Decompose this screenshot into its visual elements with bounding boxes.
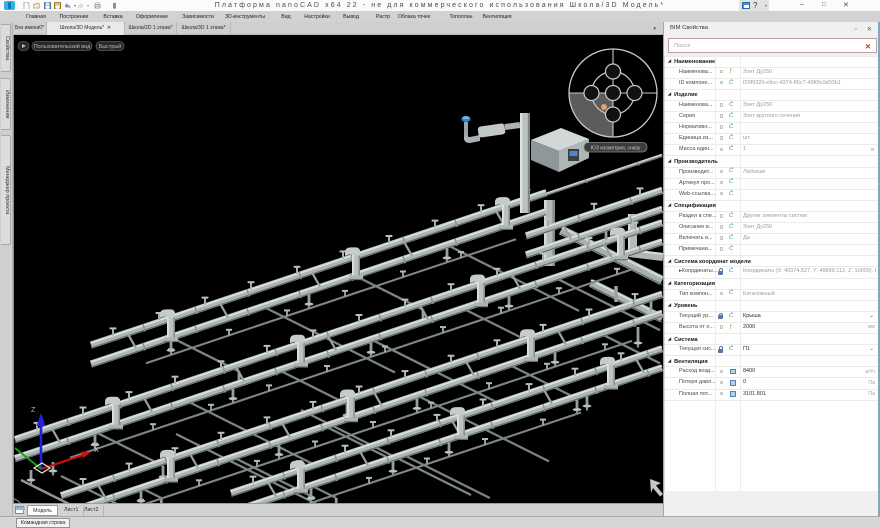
svg-text:Быстрый: Быстрый [99, 43, 121, 50]
svg-text:ЮЗ изометрия, снизу: ЮЗ изометрия, снизу [591, 145, 641, 151]
svg-text:Z: Z [31, 407, 36, 414]
svg-text:Пользовательский вид: Пользовательский вид [34, 43, 91, 50]
svg-text:X: X [94, 447, 99, 454]
